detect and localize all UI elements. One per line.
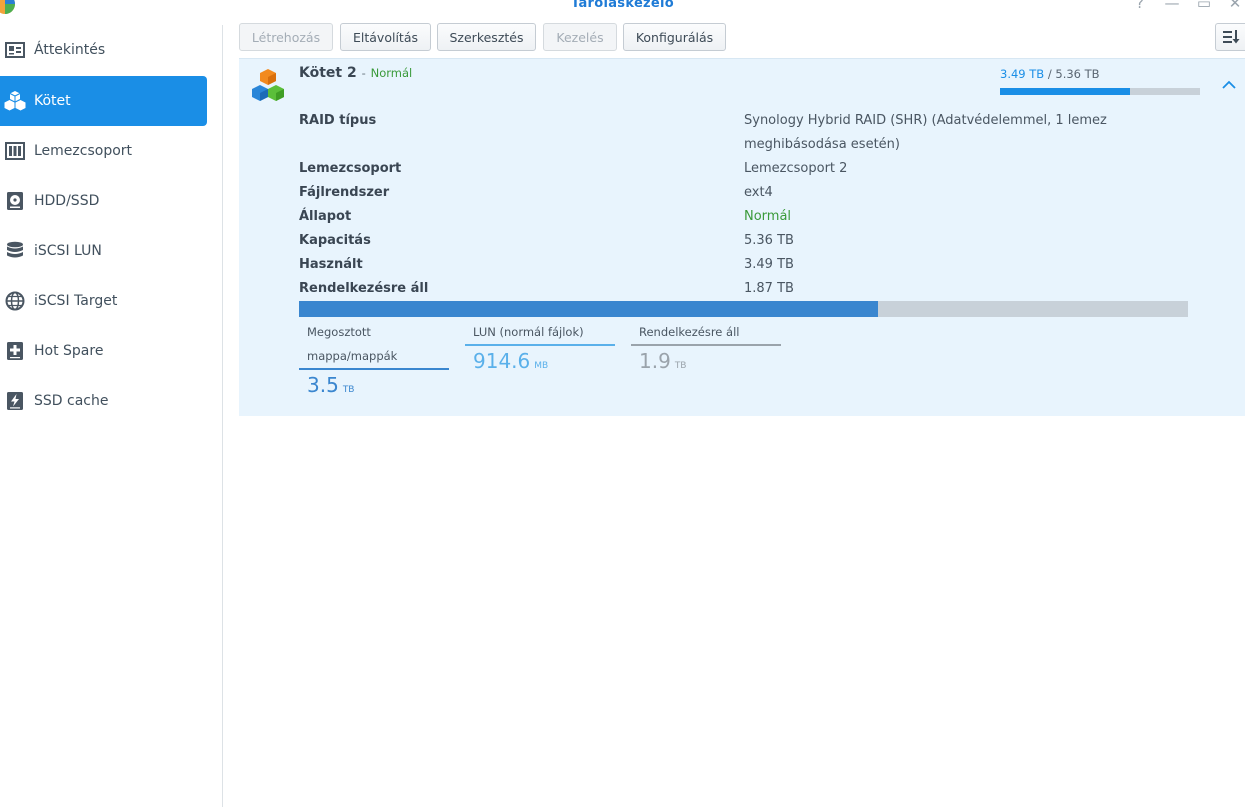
- minimize-icon[interactable]: —: [1164, 0, 1180, 12]
- legend-label: Rendelkezésre áll: [639, 325, 740, 339]
- sidebar-item-overview[interactable]: Áttekintés: [0, 25, 207, 75]
- window-title: Tároláskezelő: [570, 0, 675, 11]
- legend-label: Megosztott mappa/mappák: [307, 325, 398, 363]
- help-icon[interactable]: ?: [1132, 0, 1148, 12]
- globe-icon: [4, 290, 26, 312]
- sidebar-item-label: SSD cache: [34, 393, 109, 409]
- capacity-bar: [299, 301, 1188, 317]
- detail-label: RAID típus: [299, 113, 377, 128]
- remove-button[interactable]: Eltávolítás: [340, 23, 431, 51]
- volume-status: Normál: [370, 66, 413, 80]
- sort-button[interactable]: [1215, 23, 1245, 51]
- legend-shared-folders: Megosztott mappa/mappák 3.5 TB: [299, 320, 449, 405]
- volume-panel[interactable]: Kötet 2 - Normál 3.49 TB / 5.36 TB RAID …: [239, 58, 1245, 416]
- sidebar-item-label: Kötet: [34, 93, 71, 109]
- sidebar-item-ssd-cache[interactable]: SSD cache: [0, 376, 207, 426]
- capacity-bar-fill: [299, 301, 878, 317]
- detail-label: Kapacitás: [299, 233, 371, 248]
- detail-label: Állapot: [299, 209, 352, 224]
- sidebar-item-label: HDD/SSD: [34, 193, 100, 209]
- manage-button[interactable]: Kezelés: [543, 23, 617, 51]
- sidebar-item-label: iSCSI LUN: [34, 243, 102, 259]
- database-icon: [4, 240, 26, 262]
- volume-cubes-icon: [252, 69, 284, 101]
- maximize-icon[interactable]: ▭: [1196, 0, 1212, 12]
- detail-value: ext4: [744, 185, 773, 200]
- usage-progress-fill: [1000, 88, 1131, 95]
- legend-value: 914.6 MB: [473, 349, 549, 373]
- cubes-icon: [4, 90, 26, 112]
- usage-used: 3.49 TB: [1000, 67, 1045, 81]
- detail-label: Lemezcsoport: [299, 161, 402, 176]
- detail-value: 5.36 TB: [744, 233, 794, 248]
- sidebar-item-label: Áttekintés: [34, 42, 106, 58]
- detail-label: Használt: [299, 257, 363, 272]
- disk-group-icon: [4, 140, 26, 162]
- usage-slash: /: [1047, 67, 1052, 81]
- sidebar-item-iscsi-target[interactable]: iSCSI Target: [0, 276, 207, 326]
- sidebar-item-volume[interactable]: Kötet: [0, 76, 207, 126]
- create-button[interactable]: Létrehozás: [239, 23, 333, 51]
- legend-available: Rendelkezésre áll 1.9 TB: [631, 320, 781, 381]
- close-icon[interactable]: ✕: [1227, 0, 1243, 12]
- detail-value: 3.49 TB: [744, 257, 794, 272]
- sidebar-item-label: Lemezcsoport: [34, 143, 133, 159]
- sort-icon: [1222, 30, 1239, 44]
- sidebar-item-disk-group[interactable]: Lemezcsoport: [0, 126, 207, 176]
- volume-name: Kötet 2: [299, 65, 357, 81]
- plus-box-icon: [4, 340, 26, 362]
- detail-value: Lemezcsoport 2: [744, 161, 848, 176]
- legend-label: LUN (normál fájlok): [473, 325, 584, 339]
- detail-value: Normál: [744, 209, 792, 224]
- sidebar-item-label: iSCSI Target: [34, 293, 118, 309]
- configure-button[interactable]: Konfigurálás: [623, 23, 726, 51]
- sidebar-item-hdd-ssd[interactable]: HDD/SSD: [0, 176, 207, 226]
- sidebar: Áttekintés Kötet Lemezcsoport HDD/SSD iS…: [0, 25, 223, 807]
- overview-card-icon: [4, 39, 26, 61]
- chevron-up-icon[interactable]: [1220, 78, 1238, 92]
- volume-separator: -: [361, 66, 366, 80]
- detail-label: Rendelkezésre áll: [299, 281, 429, 296]
- legend-value: 3.5 TB: [307, 373, 355, 397]
- legend-value: 1.9 TB: [639, 349, 687, 373]
- detail-value: 1.87 TB: [744, 281, 794, 296]
- flash-icon: [4, 390, 26, 412]
- sidebar-item-iscsi-lun[interactable]: iSCSI LUN: [0, 226, 207, 276]
- title-bar: Tároláskezelő ? — ▭ ✕: [0, 0, 1245, 14]
- sidebar-item-hot-spare[interactable]: Hot Spare: [0, 326, 207, 376]
- hdd-icon: [4, 190, 26, 212]
- usage-progress-bar: [1000, 88, 1200, 95]
- edit-button[interactable]: Szerkesztés: [437, 23, 536, 51]
- usage-total: 5.36 TB: [1055, 67, 1100, 81]
- detail-label: Fájlrendszer: [299, 185, 390, 200]
- sidebar-item-label: Hot Spare: [34, 343, 104, 359]
- detail-value: Synology Hybrid RAID (SHR) (Adatvédelemm…: [744, 113, 1107, 152]
- volume-title: Kötet 2 - Normál: [299, 65, 412, 81]
- usage-summary: 3.49 TB / 5.36 TB: [1000, 67, 1100, 81]
- legend-lun: LUN (normál fájlok) 914.6 MB: [465, 320, 615, 381]
